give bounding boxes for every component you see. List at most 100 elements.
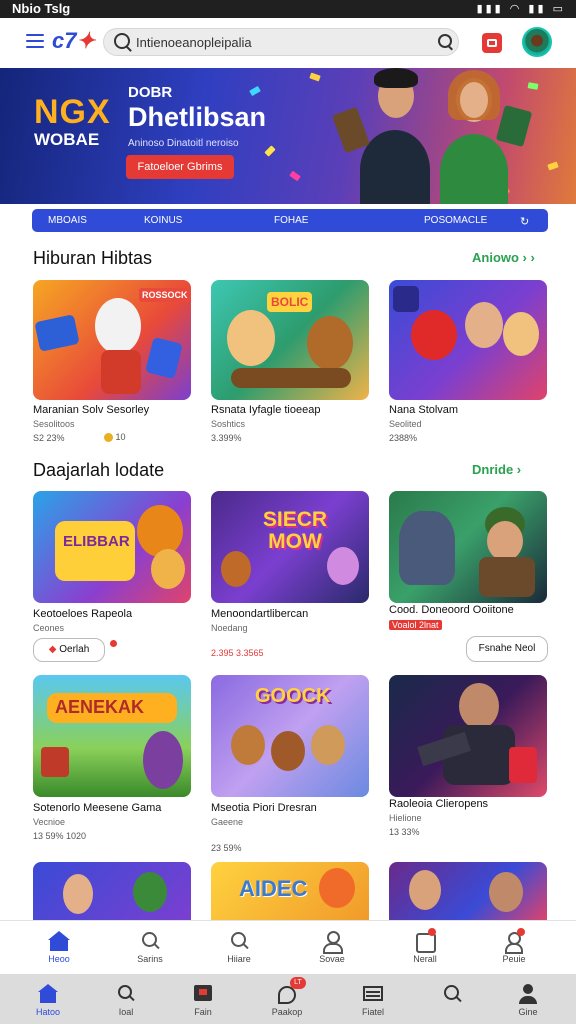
game-card-image[interactable]: ROSSOCK (33, 280, 191, 400)
banner-logo-sub: WOBAE (34, 130, 100, 149)
notification-badge (428, 928, 436, 936)
section-more-link[interactable]: Aniowo › › (472, 250, 535, 265)
nav-item-home[interactable]: Heoo (29, 931, 89, 964)
nav-item-search[interactable]: Sarins (120, 931, 180, 964)
game-card-title[interactable]: Cood. Doneoord Ooiitone (389, 604, 514, 616)
category-tab-strip: MBOAIS KOINUS FOHAE POSOMACLE ↻ (32, 209, 548, 232)
game-card-title[interactable]: Menoondartlibercan (211, 608, 308, 620)
nav2-item-list[interactable]: Fiatel (343, 984, 403, 1017)
game-card-image[interactable]: ELIBBAR (33, 491, 191, 603)
game-card-image[interactable] (389, 675, 547, 797)
game-card-title[interactable]: Mseotia Piori Dresran (211, 802, 317, 814)
banner-ticket (331, 106, 371, 154)
status-icons: ▮▮▮ ◠ ▮▮ ▭ (476, 3, 566, 15)
search-submit-icon[interactable] (438, 34, 452, 48)
people-badge (517, 928, 525, 936)
section-title: Daajarlah lodate (33, 460, 165, 480)
card-art-label: GOOCK (255, 685, 331, 707)
game-card-subtitle: Hielione (389, 813, 422, 823)
people-icon (503, 928, 525, 954)
search-icon (139, 931, 161, 951)
notification-button[interactable] (482, 33, 502, 53)
tab-2[interactable]: FOHAE (274, 215, 308, 226)
game-card-image[interactable]: AIDEC (211, 862, 369, 922)
game-card-title[interactable]: Raoleoia Clieropens (389, 798, 488, 810)
nav-item-explore[interactable]: Hiiare (209, 931, 269, 964)
banner-person-left (360, 130, 430, 204)
game-card-image[interactable]: SIECR MOW (211, 491, 369, 603)
banner-subtitle: Aninoso Dinatoitl neroiso (128, 138, 239, 149)
card-art-label: AIDEC (239, 876, 308, 901)
home-icon (48, 931, 70, 951)
nav2-item-explore[interactable] (422, 984, 482, 1007)
game-card-image[interactable]: BOLIC (211, 280, 369, 400)
menu-icon[interactable] (26, 34, 44, 48)
nav2-item-account[interactable]: Gine (498, 984, 558, 1017)
bottom-nav-primary: Heoo Sarins Hiiare Sovae Nerall Peuie (0, 920, 576, 975)
nav2-item-home[interactable]: Hatoo (18, 984, 78, 1017)
game-card-meta: 3.399% (211, 433, 242, 443)
game-card-image[interactable] (33, 862, 191, 922)
tab-1[interactable]: KOINUS (144, 215, 182, 226)
tag-icon: ◆ (48, 644, 57, 655)
banner-title: Dhetlibsan (128, 102, 267, 132)
section-more-link[interactable]: Dnride › (472, 462, 521, 477)
game-card-subtitle: Soshtics (211, 419, 246, 429)
search-icon (114, 33, 130, 49)
game-card-meta: 23 59% (211, 843, 242, 853)
card-art-label: SIECR MOW (262, 508, 328, 553)
game-card-meta: 13 33% (389, 827, 420, 837)
section-title: Hiburan Hibtas (33, 248, 153, 268)
game-card-title[interactable]: Maranian Solv Sesorley (33, 404, 149, 416)
dot-indicator (110, 640, 117, 647)
shop-badge: LT (290, 977, 306, 989)
search-bar[interactable] (103, 28, 459, 56)
nav2-item-shop[interactable]: LT Paakop (257, 977, 317, 1017)
explore-icon (441, 984, 463, 1004)
user-icon (517, 984, 539, 1004)
status-time: Nbio Tslg (12, 1, 71, 16)
game-card-image[interactable]: AENEKAK (33, 675, 191, 797)
game-icon (192, 984, 214, 1004)
search-icon (115, 984, 137, 1004)
coin-meta: 10 (104, 432, 126, 443)
search-input[interactable] (136, 32, 426, 52)
game-card-image[interactable] (389, 491, 547, 603)
game-card-title[interactable]: Rsnata Iyfagle tioeeap (211, 404, 320, 416)
game-card-image[interactable] (389, 280, 547, 400)
game-card-image[interactable] (389, 862, 547, 922)
bottom-nav-secondary: Hatoo Ioal Fain LT Paakop Fiatel Gine (0, 974, 576, 1024)
nav2-item-search[interactable]: Ioal (96, 984, 156, 1017)
banner-logo: NGX (34, 93, 111, 131)
tab-0[interactable]: MBOAIS (48, 215, 87, 226)
game-card-title[interactable]: Sotenorlo Meesene Gama (33, 802, 161, 814)
card-art-label: AENEKAK (55, 697, 145, 717)
home-icon (37, 984, 59, 1004)
card-art-label: ROSSOCK (139, 288, 191, 302)
game-card-image[interactable]: GOOCK (211, 675, 369, 797)
banner-kicker: DOBR (128, 84, 173, 101)
game-card-meta: 13 59% 1020 (33, 831, 87, 841)
nav-item-people[interactable]: Peuie (484, 928, 544, 964)
magnifier-icon (228, 931, 250, 951)
nav2-item-games[interactable]: Fain (173, 984, 233, 1017)
game-card-subtitle: Vecnioe (33, 817, 66, 827)
app-logo[interactable]: c7✦ (52, 28, 95, 54)
game-card-subtitle: Seolited (389, 419, 422, 429)
banner-cta-button[interactable]: Fatoeloer Gbrims (126, 155, 234, 179)
card-art-label: BOLIC (267, 292, 313, 312)
game-card-title[interactable]: Keotoeloes Rapeola (33, 608, 132, 620)
avatar[interactable] (522, 27, 552, 57)
game-card-subtitle: Gaeene (211, 817, 244, 827)
banner-person-right (440, 134, 508, 204)
nav-item-profile[interactable]: Sovae (302, 931, 362, 964)
card-action-button[interactable]: ◆ Oerlah (33, 638, 105, 662)
nav-item-notifications[interactable]: Nerall (395, 928, 455, 964)
tab-refresh-icon[interactable]: ↻ (520, 215, 529, 228)
game-card-tag: Voalol 2lnat (389, 620, 442, 630)
tab-3[interactable]: POSOMACLE (424, 215, 487, 226)
game-card-title[interactable]: Nana Stolvam (389, 404, 458, 416)
banner-ticket-2 (495, 104, 533, 148)
shop-icon: LT (276, 977, 306, 1004)
card-action-button[interactable]: Fsnahe Neol (466, 636, 548, 662)
